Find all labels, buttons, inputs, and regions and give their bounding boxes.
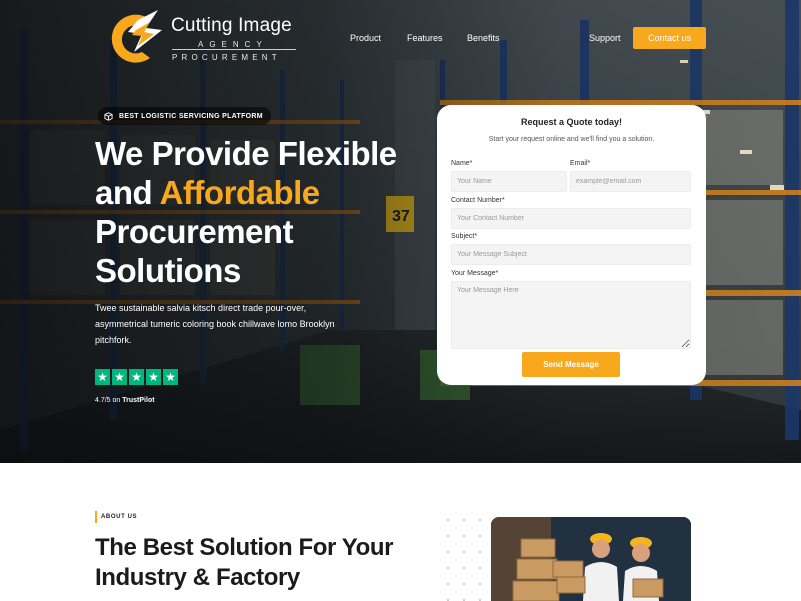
star-icon: ★ (129, 369, 144, 385)
brand-line-agency: AGENCY (198, 40, 268, 49)
email-input[interactable] (570, 171, 691, 192)
rating-source[interactable]: TrustPilot (122, 397, 154, 404)
logo-divider (172, 49, 296, 50)
headline-part-2: Procurement Solutions (95, 213, 294, 289)
brand-name: Cutting Image (171, 15, 292, 36)
star-icon: ★ (146, 369, 161, 385)
box-icon (104, 111, 113, 121)
brand-line-procurement: PROCUREMENT (172, 53, 281, 62)
contact-number-input[interactable] (451, 208, 691, 229)
nav-link-benefits[interactable]: Benefits (467, 33, 500, 43)
contact-us-button[interactable]: Contact us (633, 27, 706, 49)
rating-text: 4.7/5 on TrustPilot (95, 397, 155, 404)
nav-link-support[interactable]: Support (589, 33, 621, 43)
platform-badge: BEST LOGISTIC SERVICING PLATFORM (98, 107, 271, 125)
star-icon: ★ (163, 369, 178, 385)
about-tag: ABOUT US (101, 514, 138, 520)
subject-label: Subject* (451, 233, 478, 240)
trustpilot-stars: ★ ★ ★ ★ ★ (95, 369, 178, 385)
workers-image (491, 517, 691, 601)
about-tag-accent (95, 511, 97, 523)
message-textarea[interactable] (451, 281, 691, 349)
message-label: Your Message* (451, 270, 499, 277)
rating-value: 4.7/5 (95, 397, 111, 404)
contact-number-label: Contact Number* (451, 197, 505, 204)
star-icon: ★ (95, 369, 110, 385)
email-label: Email* (570, 160, 591, 167)
nav-link-features[interactable]: Features (407, 33, 443, 43)
name-input[interactable] (451, 171, 567, 192)
rating-on: on (110, 397, 123, 404)
badge-text: BEST LOGISTIC SERVICING PLATFORM (119, 112, 263, 120)
quote-form-title: Request a Quote today! (520, 117, 622, 127)
headline-accent: Affordable (159, 174, 321, 211)
about-title: The Best Solution For Your Industry & Fa… (95, 534, 394, 591)
nav-link-product[interactable]: Product (350, 33, 381, 43)
star-icon: ★ (112, 369, 127, 385)
subject-input[interactable] (451, 244, 691, 265)
workers-illustration (491, 517, 691, 601)
hero-description: Twee sustainable salvia kitsch direct tr… (95, 303, 335, 345)
logo-mark-icon (111, 10, 162, 63)
quote-form-subtitle: Start your request online and we'll find… (488, 136, 655, 143)
hero-headline: We Provide Flexible and Affordable Procu… (95, 134, 415, 290)
name-label: Name* (451, 160, 473, 167)
brand-logo[interactable]: Cutting Image AGENCY PROCUREMENT (98, 8, 308, 70)
send-message-button[interactable]: Send Message (522, 352, 620, 377)
quote-form: Request a Quote today! Start your reques… (437, 105, 706, 385)
